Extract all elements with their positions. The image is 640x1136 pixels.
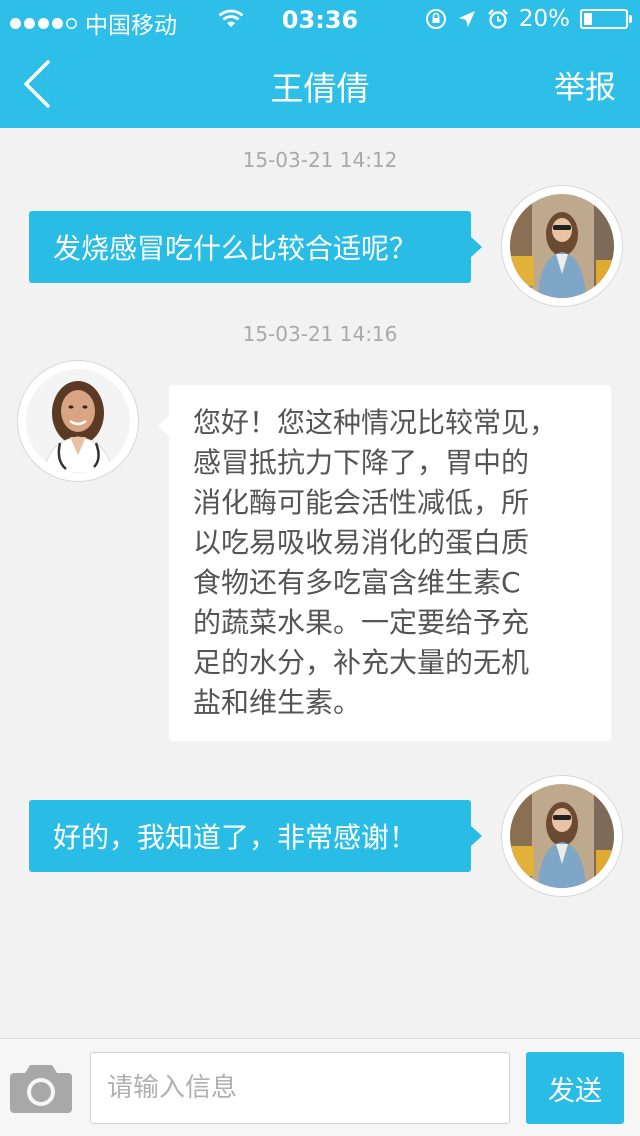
send-button[interactable]: 发送 [526,1052,624,1124]
rotation-lock-icon [425,9,446,29]
camera-icon [10,1065,72,1113]
page-title: 王倩倩 [270,69,370,108]
doctor-photo [26,369,130,473]
message-text-line: 食物还有多吃富含维生素C [193,566,521,599]
message-text-line: 盐和维生素。 [193,686,362,719]
location-arrow-icon [458,11,475,27]
message-text-line: 的蔬菜水果。一定要给予充 [193,606,530,639]
message-timestamp: 15-03-21 14:12 [242,148,398,172]
report-button[interactable]: 举报 [554,62,616,107]
message-bubble-outgoing[interactable]: 好的，我知道了，非常感谢！ [29,800,482,872]
message-input-bar: 发送 [0,1038,640,1136]
user-photo [510,784,614,888]
message-text-line: 感冒抵抗力下降了，胃中的 [193,446,530,479]
message-text: 发烧感冒吃什么比较合适呢？ [53,232,418,265]
message-text: 好的，我知道了，非常感谢！ [53,821,418,854]
message-text-line: 消化酶可能会活性减低，所 [193,486,530,519]
doctor-avatar[interactable] [18,361,138,481]
navigation-bar: 王倩倩 举报 [0,40,640,128]
user-avatar[interactable] [502,186,622,306]
message-text-line: 以吃易吸收易消化的蛋白质 [193,526,530,559]
header: 中国移动 03:36 20% 王倩倩 举报 [0,0,640,128]
message-text-line: 足的水分，补充大量的无机 [193,646,530,679]
message-input[interactable] [90,1052,510,1124]
camera-button[interactable] [10,1061,72,1115]
message-bubble-outgoing[interactable]: 发烧感冒吃什么比较合适呢？ [29,211,482,283]
user-photo [510,194,614,298]
alarm-clock-icon [488,9,508,29]
status-bar: 中国移动 03:36 20% [0,0,640,40]
battery-percent: 20% [518,6,570,32]
user-avatar[interactable] [502,776,622,896]
message-text-line: 您好！您这种情况比较常见， [193,406,558,439]
status-right: 20% [425,6,632,32]
battery-icon [580,9,632,29]
message-timestamp: 15-03-21 14:16 [242,322,398,346]
message-bubble-incoming[interactable]: 您好！您这种情况比较常见， 感冒抵抗力下降了，胃中的 消化酶可能会活性减低，所 … [158,385,611,741]
